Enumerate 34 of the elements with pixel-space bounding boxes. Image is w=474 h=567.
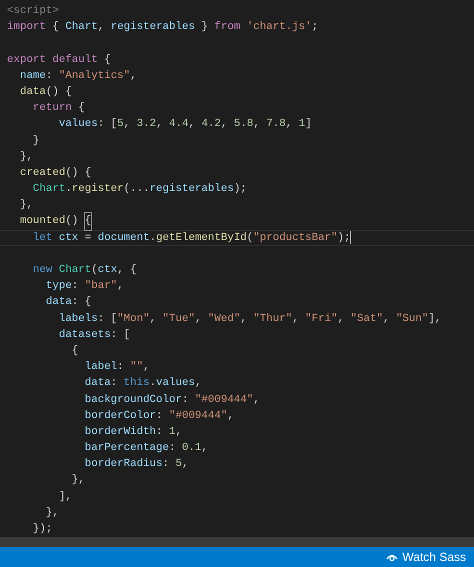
code-line: values: [5, 3.2, 4.4, 4.2, 5.8, 7.8, 1] bbox=[58, 117, 313, 132]
code-line: barPercentage: 0.1, bbox=[84, 441, 209, 456]
code-line: <script> bbox=[6, 4, 60, 19]
status-item[interactable]: Watch Sass bbox=[384, 550, 468, 564]
code-line: export default { bbox=[6, 52, 112, 68]
code-line: return { bbox=[32, 101, 86, 116]
code-line: borderColor: "#009444", bbox=[84, 408, 235, 424]
code-line: data() { bbox=[18, 84, 73, 100]
eye-icon bbox=[386, 552, 398, 562]
code-line: }, bbox=[18, 198, 34, 214]
code-line: }, bbox=[70, 473, 86, 488]
code-line: data: { bbox=[44, 295, 92, 310]
code-line: let ctx = document.getElementById("productsBar"); bbox=[0, 230, 474, 246]
code-line: created() { bbox=[18, 166, 92, 181]
code-line: mounted() { bbox=[0, 213, 474, 230]
code-line: }); bbox=[32, 522, 54, 537]
code-line: backgroundColor: "#009444", bbox=[84, 392, 261, 408]
code-line: borderRadius: 5, bbox=[84, 457, 190, 472]
code-line: }, bbox=[18, 150, 34, 165]
code-line: new Chart(ctx, { bbox=[32, 263, 138, 278]
code-line: { bbox=[70, 344, 80, 359]
code-line: label: "", bbox=[84, 360, 151, 376]
code-line: name: "Analytics", bbox=[18, 68, 138, 84]
code-line: } bbox=[32, 134, 40, 148]
code-line: datasets: [ bbox=[58, 328, 132, 343]
code-line: type: "bar", bbox=[44, 279, 125, 294]
horizontal-scrollbar[interactable] bbox=[0, 537, 474, 547]
code-line: labels: ["Mon", "Tue", "Wed", "Thur", "Fri", "Sat", "Sun"], bbox=[58, 312, 442, 327]
code-line: data: this.values, bbox=[84, 376, 202, 392]
code-line: ], bbox=[58, 490, 73, 505]
code-line: }, bbox=[44, 506, 60, 521]
code-line: Chart.register(...registerables); bbox=[32, 182, 248, 198]
code-line: import { Chart, registerables } from 'chart.js'; bbox=[6, 20, 320, 36]
code-line: borderWidth: 1, bbox=[84, 424, 183, 440]
